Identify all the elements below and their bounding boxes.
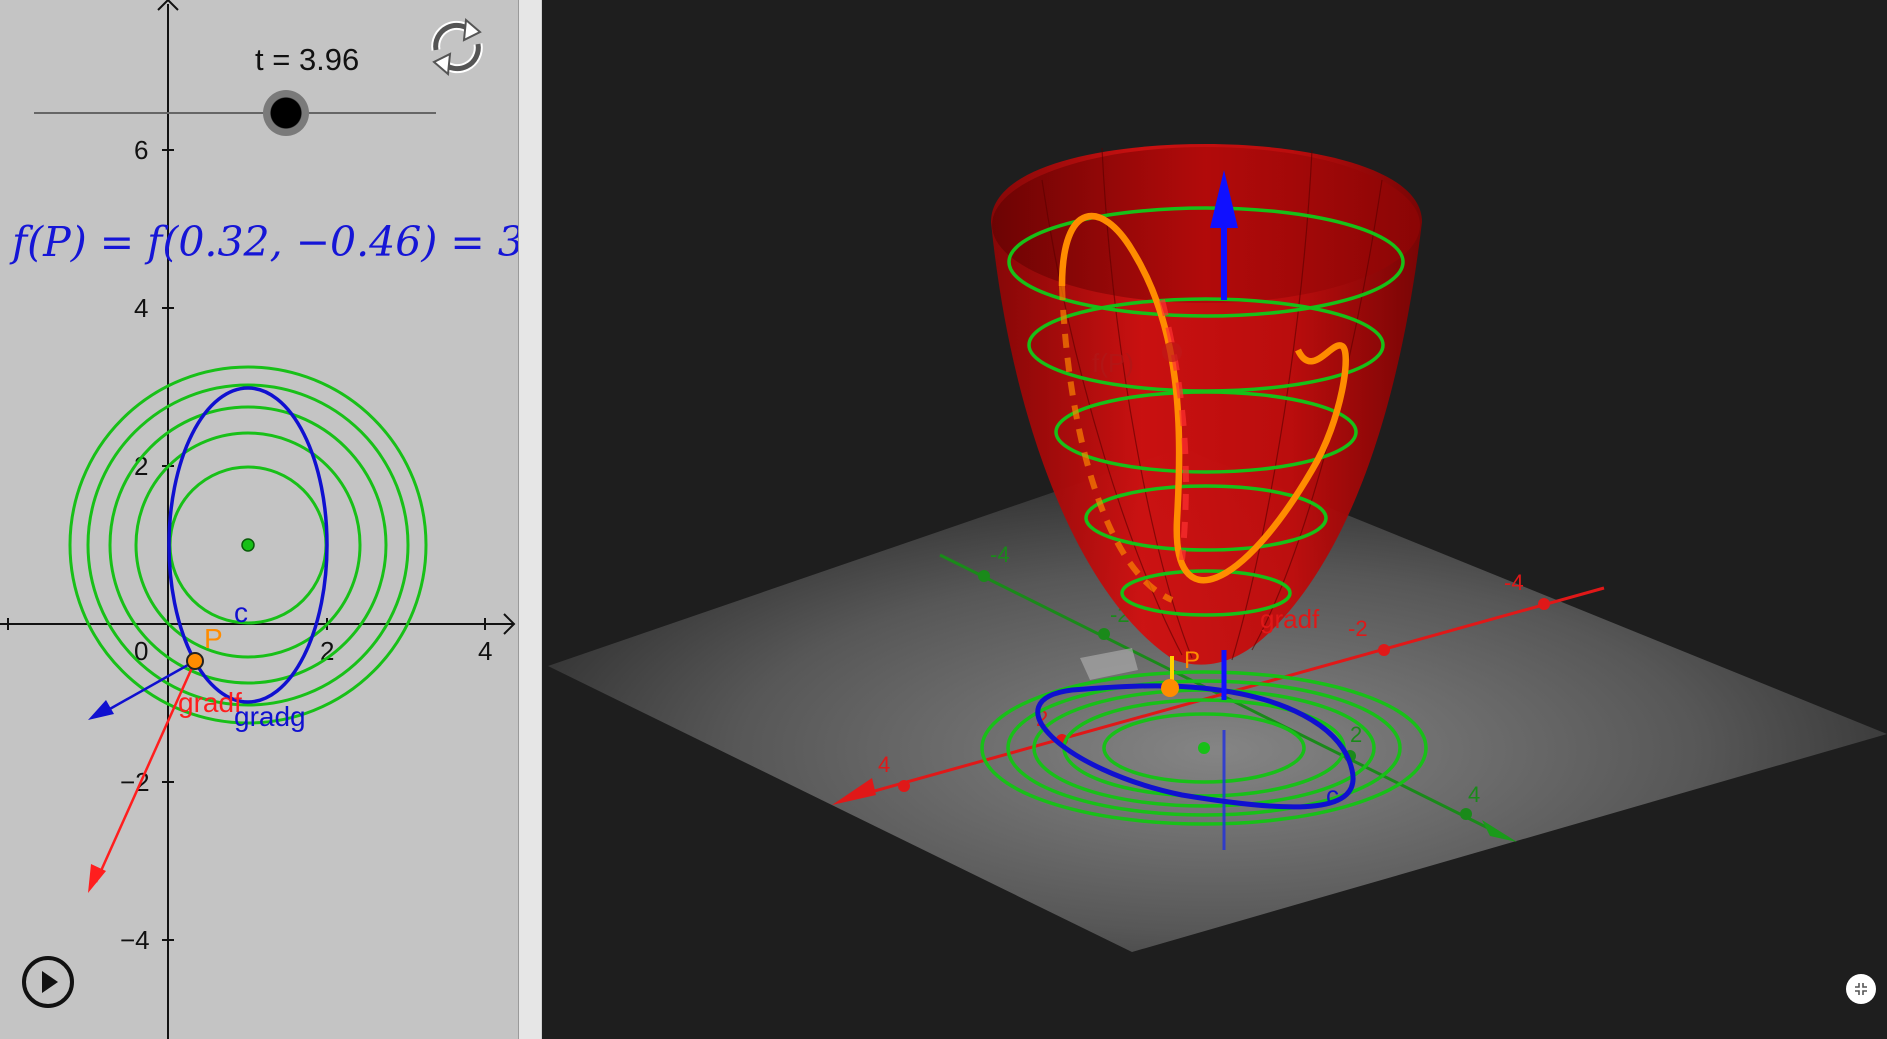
x-tick-label-3d: -4 <box>1504 570 1524 595</box>
collapse-icon <box>1855 983 1867 995</box>
point-p[interactable] <box>186 652 204 670</box>
point-p-label: P <box>204 623 223 654</box>
center-point-3d[interactable] <box>1198 742 1210 754</box>
graphics-view-2d[interactable]: 0 2 4 6 4 2 −2 −4 P c gradf gradg t = 3.… <box>0 0 518 1039</box>
slider-t-track[interactable] <box>34 112 436 114</box>
point-p-label-3d: P <box>1184 647 1200 674</box>
curve-c-label: c <box>234 597 248 628</box>
x-tick-label-3d: -2 <box>1348 616 1368 641</box>
slider-t-thumb[interactable] <box>263 90 309 136</box>
curve-c-label-3d: c <box>1326 780 1339 810</box>
slider-t-label: t = 3.96 <box>255 42 360 77</box>
graphics-view-3d[interactable]: 4 2 -2 -4 -4 -2 2 4 f(P) gradf P c <box>542 0 1887 1039</box>
y-tick-label: −4 <box>120 925 150 955</box>
y-tick-label-3d: 4 <box>1468 782 1480 807</box>
center-point[interactable] <box>241 538 255 552</box>
paraboloid-rim <box>992 147 1420 303</box>
graphics-3d-canvas[interactable]: 4 2 -2 -4 -4 -2 2 4 f(P) gradf P c <box>542 0 1887 1039</box>
view-divider[interactable] <box>518 0 542 1039</box>
gradf-label: gradf <box>178 687 242 718</box>
y-tick-label-3d: -4 <box>990 542 1010 567</box>
y-tick-label: 4 <box>134 293 148 323</box>
play-button[interactable] <box>20 954 76 1010</box>
y-tick-label: 6 <box>134 135 148 165</box>
gradg-arrowhead <box>88 700 114 720</box>
collapse-button[interactable] <box>1846 974 1876 1004</box>
gradf-label-3d: gradf <box>1260 604 1320 634</box>
gradg-label: gradg <box>234 701 306 732</box>
x-tick-label: 4 <box>478 636 492 666</box>
reset-button[interactable] <box>424 14 490 80</box>
function-value-text: f(P) = f(0.32, −0.46) = 3.6 <box>12 218 518 266</box>
play-icon <box>22 956 74 1008</box>
point-fp[interactable] <box>1162 342 1182 362</box>
point-fp-label: f(P) <box>1092 348 1134 378</box>
refresh-icon <box>431 17 483 77</box>
point-p-3d[interactable] <box>1161 679 1179 697</box>
graphics-2d-canvas[interactable]: 0 2 4 6 4 2 −2 −4 P c gradf gradg <box>0 0 518 1039</box>
x-tick-label-3d: 4 <box>878 752 890 777</box>
